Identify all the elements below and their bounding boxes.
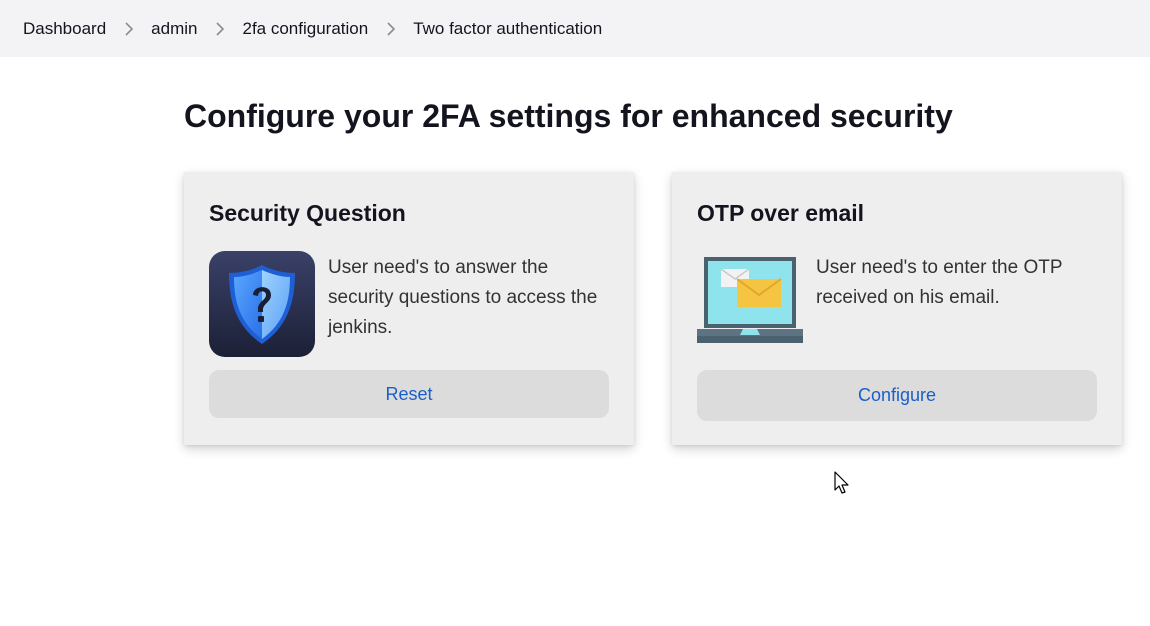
chevron-right-icon: [106, 19, 151, 39]
security-question-card: Security Question User need's to answer …: [184, 172, 634, 445]
otp-email-card: OTP over email User need's to enter the …: [672, 172, 1122, 445]
configure-button[interactable]: Configure: [697, 370, 1097, 421]
page-title: Configure your 2FA settings for enhanced…: [184, 98, 953, 134]
breadcrumb-item-two-factor-authentication[interactable]: Two factor authentication: [413, 19, 602, 39]
breadcrumb: Dashboard admin 2fa configuration Two fa…: [0, 0, 1150, 57]
reset-button[interactable]: Reset: [209, 370, 609, 418]
breadcrumb-item-admin[interactable]: admin: [151, 19, 197, 39]
card-description: User need's to answer the security quest…: [328, 257, 598, 338]
card-description: User need's to enter the OTP received on…: [816, 257, 1063, 308]
laptop-email-icon: [697, 251, 803, 357]
breadcrumb-item-2fa-configuration[interactable]: 2fa configuration: [242, 19, 368, 39]
chevron-right-icon: [197, 19, 242, 39]
shield-question-icon: [209, 251, 315, 357]
chevron-right-icon: [368, 19, 413, 39]
card-title: OTP over email: [697, 200, 865, 226]
card-title: Security Question: [209, 200, 406, 226]
mouse-cursor-icon: [834, 471, 852, 497]
breadcrumb-item-dashboard[interactable]: Dashboard: [23, 19, 106, 39]
